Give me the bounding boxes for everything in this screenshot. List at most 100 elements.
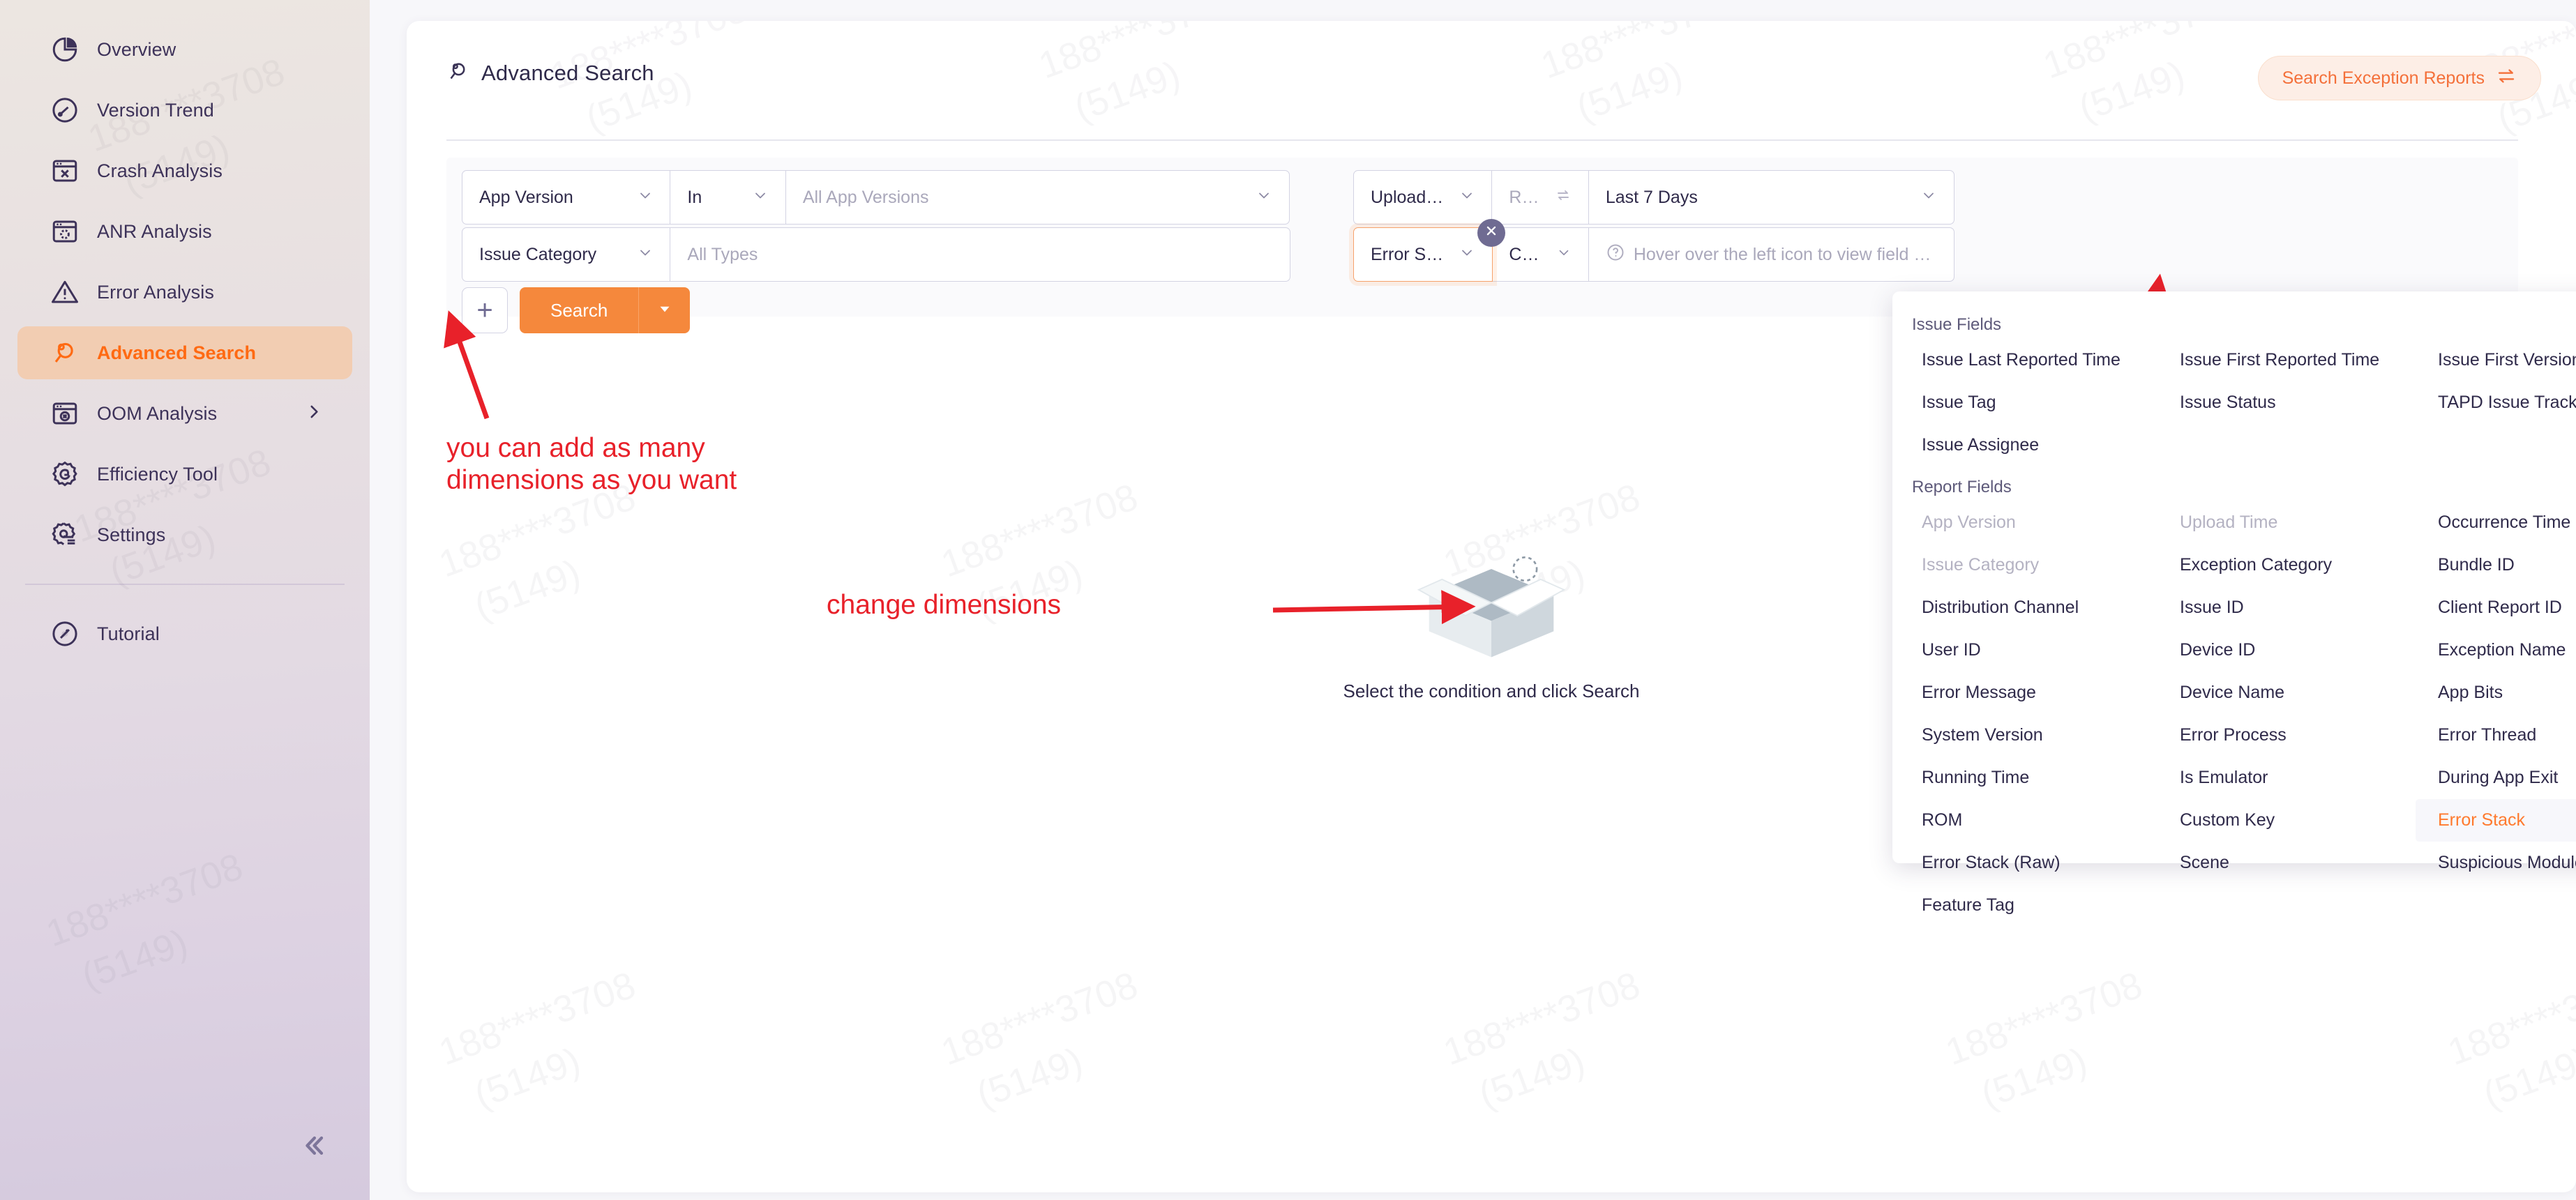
filter-value-placeholder: Hover over the left icon to view field d… — [1633, 244, 1937, 264]
dropdown-item[interactable]: Issue ID — [2157, 586, 2416, 629]
chevron-down-icon — [1920, 187, 1937, 208]
dropdown-item[interactable]: Issue Tag — [1899, 381, 2157, 424]
search-button[interactable]: Search — [520, 287, 639, 333]
warning-triangle-icon — [49, 276, 81, 308]
search-button-dropdown[interactable] — [638, 287, 691, 333]
sidebar-item-efficiency-tool[interactable]: Efficiency Tool — [17, 448, 352, 501]
watermark: (5149) — [76, 920, 193, 998]
watermark: (5149) — [971, 1039, 1088, 1117]
annotation-add-dimensions: you can add as many dimensions as you wa… — [446, 433, 737, 496]
add-condition-button[interactable]: + — [462, 287, 508, 333]
sidebar-collapse-button[interactable] — [293, 1126, 335, 1168]
dropdown-item[interactable]: Issue Assignee — [1899, 424, 2157, 466]
remove-condition-button[interactable] — [1477, 219, 1505, 247]
main-content: 188****3708 (5149) 188****3708 (5149) 18… — [370, 0, 2576, 1200]
dropdown-item[interactable]: Client Report ID — [2416, 586, 2576, 629]
dropdown-group-title: Report Fields — [1912, 478, 2012, 496]
dropdown-item[interactable]: Issue First Reported Time — [2157, 339, 2416, 381]
filter-value-input-all-types[interactable]: All Types — [670, 227, 1291, 282]
watermark: 188****3708 — [40, 845, 248, 956]
dropdown-item[interactable]: TAPD Issue Tracked — [2416, 381, 2576, 424]
sidebar-item-error-analysis[interactable]: Error Analysis — [17, 266, 352, 319]
sidebar-item-crash-analysis[interactable]: Crash Analysis — [17, 144, 352, 197]
filter-operator-select-contains[interactable]: Contains ... — [1491, 227, 1590, 282]
filter-operator-select-in[interactable]: In — [670, 170, 787, 225]
watermark: (5149) — [1473, 1039, 1590, 1117]
sidebar-item-tutorial[interactable]: Tutorial — [17, 607, 352, 660]
dropdown-item[interactable]: Occurrence Time — [2416, 501, 2576, 544]
chevron-down-icon — [1556, 245, 1572, 265]
watermark: 188****3708 — [2442, 964, 2576, 1074]
empty-state-text: Select the condition and click Search — [1343, 681, 1640, 701]
dropdown-item-selected[interactable]: Error Stack — [2416, 799, 2576, 842]
filter-row-1: App Version In All App Versions — [462, 170, 1290, 225]
filter-field-select-error-stack[interactable]: Error Stack — [1353, 227, 1493, 282]
dropdown-item[interactable]: Issue First Version — [2416, 339, 2576, 381]
window-circle-x-icon — [49, 397, 81, 430]
sidebar: Overview Version Trend Crash Analysis AN… — [0, 0, 370, 1200]
sidebar-item-advanced-search[interactable]: Advanced Search — [17, 326, 352, 379]
sidebar-item-oom-analysis[interactable]: OOM Analysis — [17, 387, 352, 440]
filter-time-mode-toggle[interactable]: Relative — [1491, 170, 1590, 225]
sidebar-item-anr-analysis[interactable]: ANR Analysis — [17, 205, 352, 258]
sidebar-item-overview[interactable]: Overview — [17, 23, 352, 76]
window-x-icon — [49, 155, 81, 187]
field-selector-dropdown: Issue Fields Issue Last Reported Time Is… — [1892, 291, 2576, 915]
filter-operator-label: In — [687, 187, 702, 207]
sidebar-item-label: ANR Analysis — [97, 220, 212, 242]
filter-field-select-upload-time[interactable]: Upload Time — [1353, 170, 1493, 225]
dropdown-item[interactable]: Exception Category — [2157, 544, 2416, 586]
filter-field-label: App Version — [479, 187, 573, 207]
dropdown-item[interactable]: Error Process — [2157, 714, 2416, 757]
chevron-right-icon — [305, 403, 323, 425]
dropdown-item[interactable]: Error Stack (Raw) — [1899, 842, 2157, 884]
filter-field-select-issue-category[interactable]: Issue Category — [462, 227, 671, 282]
filter-value-select-app-versions[interactable]: All App Versions — [785, 170, 1290, 225]
question-circle-icon — [1606, 243, 1625, 267]
swap-arrows-icon — [2496, 66, 2517, 91]
close-icon — [1484, 223, 1499, 243]
filter-value-input-error-stack[interactable]: Hover over the left icon to view field d… — [1588, 227, 1954, 282]
dropdown-item[interactable]: Is Emulator — [2157, 757, 2416, 799]
dropdown-item-empty — [2157, 424, 2416, 466]
dropdown-item-empty — [2416, 424, 2576, 466]
dropdown-item[interactable]: Feature Tag — [1899, 884, 2157, 927]
dropdown-item[interactable]: Issue Last Reported Time — [1899, 339, 2157, 381]
search-button-group: Search — [520, 287, 691, 333]
dropdown-item[interactable]: App Bits — [2416, 671, 2576, 714]
dropdown-item[interactable]: Distribution Channel — [1899, 586, 2157, 629]
dropdown-item[interactable]: Error Message — [1899, 671, 2157, 714]
watermark: (5149) — [469, 1039, 586, 1117]
advanced-search-card: 188****3708 (5149) 188****3708 (5149) 18… — [407, 21, 2576, 1192]
sidebar-item-version-trend[interactable]: Version Trend — [17, 84, 352, 137]
search-exception-reports-button[interactable]: Search Exception Reports — [2257, 56, 2541, 100]
filter-field-select-app-version[interactable]: App Version — [462, 170, 671, 225]
dropdown-item[interactable]: Scene — [2157, 842, 2416, 884]
watermark: 188****3708 — [1940, 964, 2148, 1074]
dropdown-item[interactable]: Device ID — [2157, 629, 2416, 671]
dropdown-item[interactable]: Exception Name — [2416, 629, 2576, 671]
chevrons-left-icon — [299, 1130, 329, 1164]
chevron-down-icon — [1459, 187, 1475, 208]
dropdown-item[interactable]: Custom Key — [2157, 799, 2416, 842]
dropdown-item[interactable]: During App Exit — [2416, 757, 2576, 799]
filter-time-range-select[interactable]: Last 7 Days — [1588, 170, 1954, 225]
sidebar-item-settings[interactable]: Settings — [17, 508, 352, 561]
chevron-down-icon — [1256, 187, 1272, 208]
dropdown-group-issue-fields: Issue Last Reported Time Issue First Rep… — [1892, 339, 2576, 466]
dropdown-item[interactable]: Device Name — [2157, 671, 2416, 714]
dropdown-item[interactable]: Error Thread — [2416, 714, 2576, 757]
dropdown-item[interactable]: Bundle ID — [2416, 544, 2576, 586]
dropdown-item[interactable]: User ID — [1899, 629, 2157, 671]
dropdown-item[interactable]: Issue Status — [2157, 381, 2416, 424]
sidebar-item-label: Overview — [97, 38, 176, 60]
dropdown-item[interactable]: Running Time — [1899, 757, 2157, 799]
dropdown-item[interactable]: Suspicious Module — [2416, 842, 2576, 884]
watermark: 188****3708 — [1438, 964, 1645, 1074]
empty-box-icon — [1411, 551, 1572, 662]
sidebar-item-label: Efficiency Tool — [97, 463, 218, 485]
dropdown-item[interactable]: System Version — [1899, 714, 2157, 757]
dropdown-item: Issue Category — [1922, 555, 2040, 575]
filter-field-label: Error Stack — [1371, 244, 1447, 264]
dropdown-item[interactable]: ROM — [1899, 799, 2157, 842]
